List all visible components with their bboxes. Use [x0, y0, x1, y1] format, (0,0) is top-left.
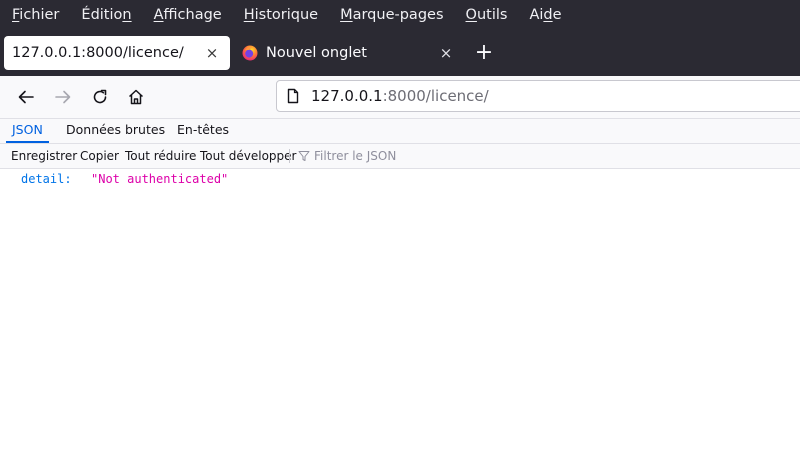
- firefox-icon: [242, 45, 258, 61]
- copy-button[interactable]: Copier: [80, 144, 119, 168]
- address-bar[interactable]: 127.0.0.1:8000/licence/: [276, 80, 800, 112]
- menu-bar: Fichier Édition Affichage Historique Mar…: [0, 0, 800, 30]
- menu-outils[interactable]: Outils: [466, 7, 508, 23]
- menu-fichier[interactable]: Fichier: [12, 7, 59, 23]
- tab-nouvel-onglet[interactable]: Nouvel onglet ×: [236, 36, 464, 70]
- tab-headers[interactable]: En-têtes: [171, 119, 235, 143]
- menu-historique[interactable]: Historique: [244, 7, 318, 23]
- back-button[interactable]: [14, 85, 38, 109]
- page-icon: [285, 88, 301, 104]
- json-key: detail:: [21, 172, 72, 186]
- url-path: :8000/licence/: [382, 87, 489, 105]
- tab-strip: 127.0.0.1:8000/licence/ × Nouvel onglet …: [0, 30, 800, 76]
- json-toolbar: Enregistrer Copier Tout réduire Tout dév…: [0, 144, 800, 169]
- close-tab-icon[interactable]: ×: [200, 44, 224, 62]
- collapse-all-button[interactable]: Tout réduire: [125, 144, 196, 168]
- url-host: 127.0.0.1: [311, 87, 383, 105]
- expand-all-button[interactable]: Tout développer: [200, 144, 296, 168]
- tab-licence[interactable]: 127.0.0.1:8000/licence/ ×: [4, 36, 230, 70]
- tab-title: 127.0.0.1:8000/licence/: [12, 45, 184, 61]
- menu-aide[interactable]: Aide: [529, 7, 561, 23]
- tab-raw-data[interactable]: Données brutes: [60, 119, 171, 143]
- menu-marque-pages[interactable]: Marque-pages: [340, 7, 443, 23]
- json-viewer-tabs: JSON Données brutes En-têtes: [0, 119, 800, 144]
- home-button[interactable]: [124, 85, 148, 109]
- filter-json-input[interactable]: Filtrer le JSON: [298, 144, 396, 168]
- reload-button[interactable]: [88, 85, 112, 109]
- forward-button[interactable]: [51, 85, 75, 109]
- save-button[interactable]: Enregistrer: [11, 144, 77, 168]
- tab-json[interactable]: JSON: [6, 119, 49, 143]
- filter-placeholder: Filtrer le JSON: [314, 149, 397, 163]
- new-tab-button[interactable]: +: [472, 42, 496, 65]
- forward-arrow-icon: [55, 90, 71, 104]
- toolbar-divider: [289, 149, 290, 163]
- menu-edition[interactable]: Édition: [81, 7, 131, 23]
- tab-title: Nouvel onglet: [266, 45, 367, 61]
- close-tab-icon[interactable]: ×: [434, 44, 458, 62]
- json-string-value: "Not authenticated": [91, 172, 229, 186]
- url-text: 127.0.0.1:8000/licence/: [311, 87, 489, 105]
- json-row: detail: "Not authenticated": [0, 170, 800, 188]
- back-arrow-icon: [18, 90, 34, 104]
- home-icon: [128, 89, 144, 105]
- navigation-toolbar: 127.0.0.1:8000/licence/: [0, 76, 800, 119]
- reload-icon: [93, 89, 107, 104]
- filter-icon: [298, 151, 310, 161]
- menu-affichage[interactable]: Affichage: [154, 7, 222, 23]
